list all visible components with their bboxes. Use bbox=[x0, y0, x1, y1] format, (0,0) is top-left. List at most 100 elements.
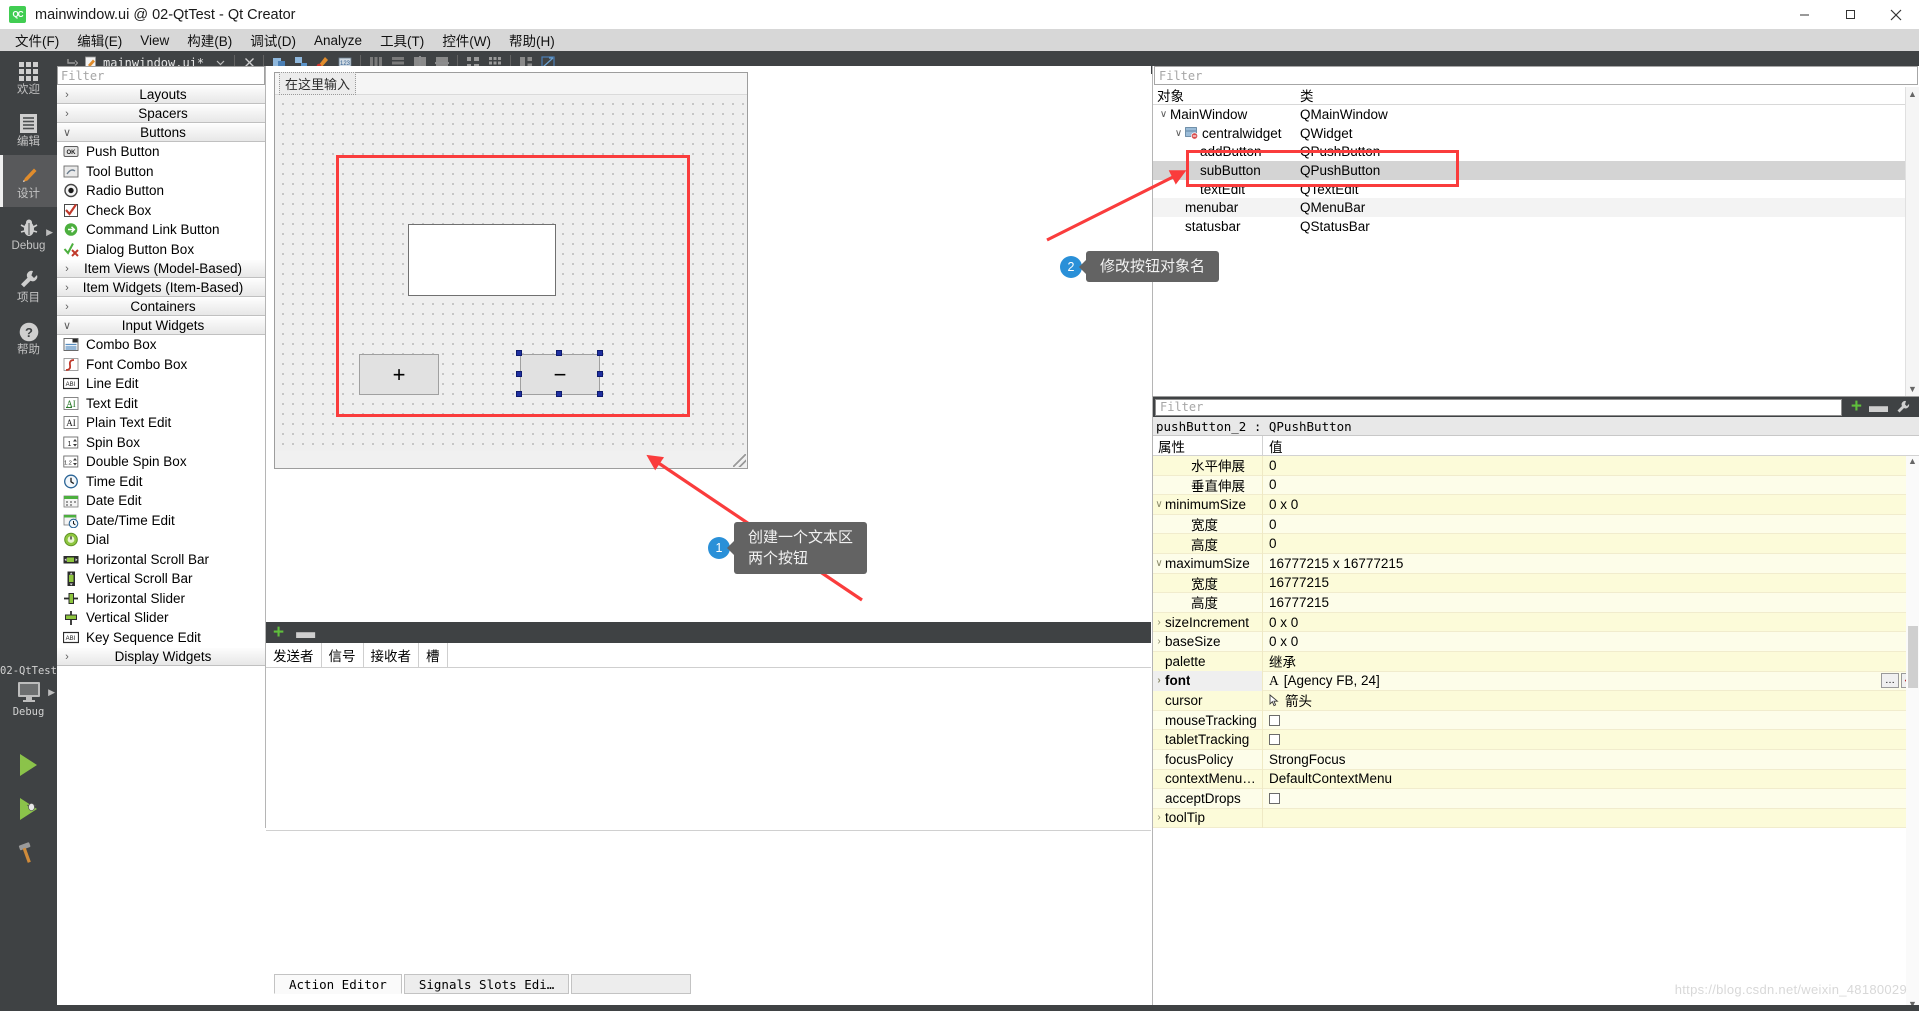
object-row-MainWindow[interactable]: ∨ MainWindow QMainWindow bbox=[1153, 105, 1919, 124]
property-row-focusPolicy[interactable]: focusPolicy StrongFocus bbox=[1153, 749, 1919, 770]
signal-column-0[interactable]: 发送者 bbox=[266, 642, 322, 668]
widget-group-item-views-model-based[interactable]: › Item Views (Model-Based) bbox=[57, 259, 265, 278]
start-debugging-button[interactable] bbox=[0, 789, 57, 829]
form-sub-button[interactable]: − bbox=[520, 354, 600, 395]
object-row-centralwidget[interactable]: ∨ centralwidget QWidget bbox=[1153, 124, 1919, 143]
form-menu-bar[interactable]: 在这里输入 bbox=[275, 72, 747, 95]
menu-item-4[interactable]: 调试(D) bbox=[241, 28, 305, 52]
widget-group-display-widgets[interactable]: › Display Widgets bbox=[57, 647, 265, 666]
menu-item-7[interactable]: 控件(W) bbox=[433, 28, 500, 52]
chevron-right-icon[interactable]: › bbox=[1153, 617, 1165, 628]
chevron-down-icon[interactable]: ∨ bbox=[1153, 558, 1165, 569]
chevron-right-icon[interactable]: › bbox=[1153, 675, 1165, 686]
widget-item-date-edit[interactable]: Date Edit bbox=[57, 491, 265, 511]
property-row-sizeIncrement[interactable]: › sizeIncrement 0 x 0 bbox=[1153, 612, 1919, 633]
chevron-down-icon[interactable]: ▼ bbox=[1906, 382, 1919, 394]
widget-group-input-widgets[interactable]: ∨ Input Widgets bbox=[57, 316, 265, 335]
mode-button-bug[interactable]: Debug ▶ bbox=[0, 207, 57, 259]
widget-group-spacers[interactable]: › Spacers bbox=[57, 104, 265, 123]
property-editor-scrollbar[interactable]: ▲ ▼ bbox=[1906, 456, 1919, 1011]
object-inspector-filter-input[interactable]: Filter bbox=[1154, 66, 1918, 85]
widget-item-horizontal-scroll-bar[interactable]: Horizontal Scroll Bar bbox=[57, 550, 265, 570]
chevron-down-icon[interactable]: ∨ bbox=[1172, 128, 1185, 139]
widget-item-tool-button[interactable]: Tool Button bbox=[57, 162, 265, 182]
close-button[interactable] bbox=[1873, 0, 1919, 29]
widget-item-check-box[interactable]: Check Box bbox=[57, 201, 265, 221]
handle-top-right[interactable] bbox=[597, 350, 603, 356]
chevron-down-icon[interactable]: ∨ bbox=[1157, 109, 1170, 120]
run-button[interactable] bbox=[0, 745, 57, 785]
property-row-toolTip[interactable]: › toolTip bbox=[1153, 808, 1919, 829]
mode-button-document[interactable]: 编辑 bbox=[0, 103, 57, 155]
object-row-textEdit[interactable]: textEdit QTextEdit bbox=[1153, 180, 1919, 199]
object-row-subButton[interactable]: subButton QPushButton bbox=[1153, 161, 1919, 180]
mode-button-grid[interactable]: 欢迎 bbox=[0, 51, 57, 103]
plus-icon[interactable]: + bbox=[1851, 397, 1862, 416]
property-filter-input[interactable]: Filter bbox=[1155, 398, 1842, 416]
signal-column-3[interactable]: 槽 bbox=[419, 642, 448, 668]
object-inspector-scrollbar[interactable]: ▲ ▼ bbox=[1905, 87, 1919, 396]
handle-bottom-center[interactable] bbox=[556, 391, 562, 397]
widget-item-horizontal-slider[interactable]: Horizontal Slider bbox=[57, 589, 265, 609]
property-row-acceptDrops[interactable]: acceptDrops bbox=[1153, 788, 1919, 809]
form-text-edit-widget[interactable] bbox=[408, 224, 556, 296]
mode-button-wrench[interactable]: 项目 bbox=[0, 259, 57, 311]
property-row-mouseTracking[interactable]: mouseTracking bbox=[1153, 710, 1919, 731]
property-checkbox[interactable] bbox=[1269, 792, 1280, 804]
widget-item-plain-text-edit[interactable]: AI Plain Text Edit bbox=[57, 413, 265, 433]
signal-column-1[interactable]: 信号 bbox=[322, 642, 364, 668]
widget-box-filter-input[interactable]: Filter bbox=[57, 66, 265, 85]
property-row-[interactable]: 宽度 0 bbox=[1153, 514, 1919, 535]
property-row-maximumSize[interactable]: ∨ maximumSize 16777215 x 16777215 bbox=[1153, 553, 1919, 574]
form-menu-placeholder[interactable]: 在这里输入 bbox=[279, 72, 357, 95]
property-row-[interactable]: 高度 16777215 bbox=[1153, 592, 1919, 613]
menu-item-0[interactable]: 文件(F) bbox=[6, 28, 68, 52]
widget-group-containers[interactable]: › Containers bbox=[57, 297, 265, 316]
widget-item-command-link-button[interactable]: Command Link Button bbox=[57, 220, 265, 240]
object-row-menubar[interactable]: menubar QMenuBar bbox=[1153, 198, 1919, 218]
minus-icon[interactable]: ▬ bbox=[1869, 397, 1888, 416]
widget-item-radio-button[interactable]: Radio Button bbox=[57, 181, 265, 201]
widget-item-combo-box[interactable]: Combo Box bbox=[57, 335, 265, 355]
mode-button-question[interactable]: ? 帮助 bbox=[0, 311, 57, 363]
form-add-button[interactable]: + bbox=[359, 354, 439, 395]
form-central-widget[interactable]: + − bbox=[275, 96, 747, 451]
property-row-font[interactable]: ›fontA[Agency FB, 24]…↩ bbox=[1153, 671, 1919, 692]
menu-item-8[interactable]: 帮助(H) bbox=[500, 28, 564, 52]
chevron-right-icon[interactable]: › bbox=[1153, 636, 1165, 647]
property-checkbox[interactable] bbox=[1269, 714, 1280, 726]
chevron-up-icon[interactable]: ▲ bbox=[1906, 87, 1919, 99]
designed-main-window[interactable]: 在这里输入 + − bbox=[274, 72, 748, 469]
widget-item-vertical-slider[interactable]: Vertical Slider bbox=[57, 608, 265, 628]
plus-icon[interactable]: + bbox=[273, 623, 284, 642]
property-row-baseSize[interactable]: › baseSize 0 x 0 bbox=[1153, 631, 1919, 652]
scrollbar-thumb[interactable] bbox=[1908, 626, 1918, 688]
widget-item-date-time-edit[interactable]: Date/Time Edit bbox=[57, 511, 265, 531]
property-row-cursor[interactable]: cursor 箭头 bbox=[1153, 690, 1919, 711]
property-row-palette[interactable]: palette 继承 bbox=[1153, 651, 1919, 672]
handle-middle-right[interactable] bbox=[597, 371, 603, 377]
signal-column-2[interactable]: 接收者 bbox=[364, 642, 419, 668]
widget-item-time-edit[interactable]: Time Edit bbox=[57, 472, 265, 492]
widget-item-font-combo-box[interactable]: Font Combo Box bbox=[57, 355, 265, 375]
signal-slot-rows[interactable] bbox=[266, 668, 1151, 831]
chevron-down-icon[interactable]: ∨ bbox=[1153, 499, 1165, 510]
property-row-[interactable]: 水平伸展 0 bbox=[1153, 455, 1919, 476]
widget-item-spin-box[interactable]: 1 Spin Box bbox=[57, 433, 265, 453]
widget-group-item-widgets-item-based[interactable]: › Item Widgets (Item-Based) bbox=[57, 278, 265, 297]
menu-item-6[interactable]: 工具(T) bbox=[371, 28, 433, 52]
property-row-contextMenu[interactable]: contextMenu… DefaultContextMenu bbox=[1153, 769, 1919, 790]
bottom-tab-1[interactable]: Signals Slots Edi… bbox=[403, 974, 570, 994]
widget-item-line-edit[interactable]: ABI Line Edit bbox=[57, 374, 265, 394]
property-row-[interactable]: 高度 0 bbox=[1153, 533, 1919, 554]
menu-item-3[interactable]: 构建(B) bbox=[178, 28, 241, 52]
property-row-minimumSize[interactable]: ∨ minimumSize 0 x 0 bbox=[1153, 494, 1919, 515]
maximize-button[interactable] bbox=[1827, 0, 1873, 29]
handle-bottom-left[interactable] bbox=[516, 391, 522, 397]
wrench-icon[interactable] bbox=[1895, 399, 1911, 415]
widget-group-buttons[interactable]: ∨ Buttons bbox=[57, 123, 265, 142]
widget-item-push-button[interactable]: OK Push Button bbox=[57, 142, 265, 162]
object-row-addButton[interactable]: addButton QPushButton bbox=[1153, 142, 1919, 161]
chevron-up-icon[interactable]: ▲ bbox=[1906, 456, 1919, 466]
chevron-right-icon[interactable]: › bbox=[1153, 812, 1165, 823]
